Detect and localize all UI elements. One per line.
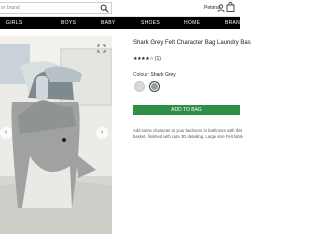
product-description: Add some character to your bedroom or ba… xyxy=(133,128,243,140)
rating[interactable]: ★★★★☆ (1) xyxy=(133,56,161,62)
nav-item-baby[interactable]: BABY xyxy=(101,17,116,29)
chevron-right-icon[interactable]: › xyxy=(96,127,108,139)
product-title: Shark Grey Felt Character Bag Laundry Ba… xyxy=(133,40,251,46)
star-rating-icon: ★★★★☆ xyxy=(133,56,154,62)
search-icon[interactable] xyxy=(100,4,109,13)
zoom-icon[interactable] xyxy=(97,44,106,53)
product-photo xyxy=(0,36,112,234)
search-placeholder: or brand xyxy=(1,5,20,11)
review-count: (1) xyxy=(154,56,161,62)
product-image[interactable] xyxy=(0,36,112,234)
nav-item-brands[interactable]: BRAN xyxy=(225,17,240,29)
colour-swatch-shark-grey[interactable] xyxy=(149,81,160,92)
nav-item-shoes[interactable]: SHOES xyxy=(141,17,160,29)
nav-item-girls[interactable]: GIRLS xyxy=(6,17,23,29)
colour-value: Shark Grey xyxy=(150,72,176,78)
colour-label: Colour: Shark Grey xyxy=(133,72,176,78)
colour-swatch-light-grey[interactable] xyxy=(134,81,145,92)
main-nav: GIRLS BOYS BABY SHOES HOME BRAN xyxy=(0,17,240,29)
nav-item-home[interactable]: HOME xyxy=(184,17,200,29)
shopping-bag-icon[interactable] xyxy=(226,2,235,12)
colour-label-text: Colour: xyxy=(133,72,150,78)
top-bar: or brand Petrina xyxy=(0,0,240,17)
add-to-bag-button[interactable]: ADD TO BAG xyxy=(133,105,240,115)
description-line: basket, finished with cute 3D detailing.… xyxy=(133,134,243,139)
chevron-left-icon[interactable]: ‹ xyxy=(0,127,12,139)
user-icon xyxy=(217,4,225,12)
nav-item-boys[interactable]: BOYS xyxy=(61,17,76,29)
search-input[interactable]: or brand xyxy=(0,2,112,14)
